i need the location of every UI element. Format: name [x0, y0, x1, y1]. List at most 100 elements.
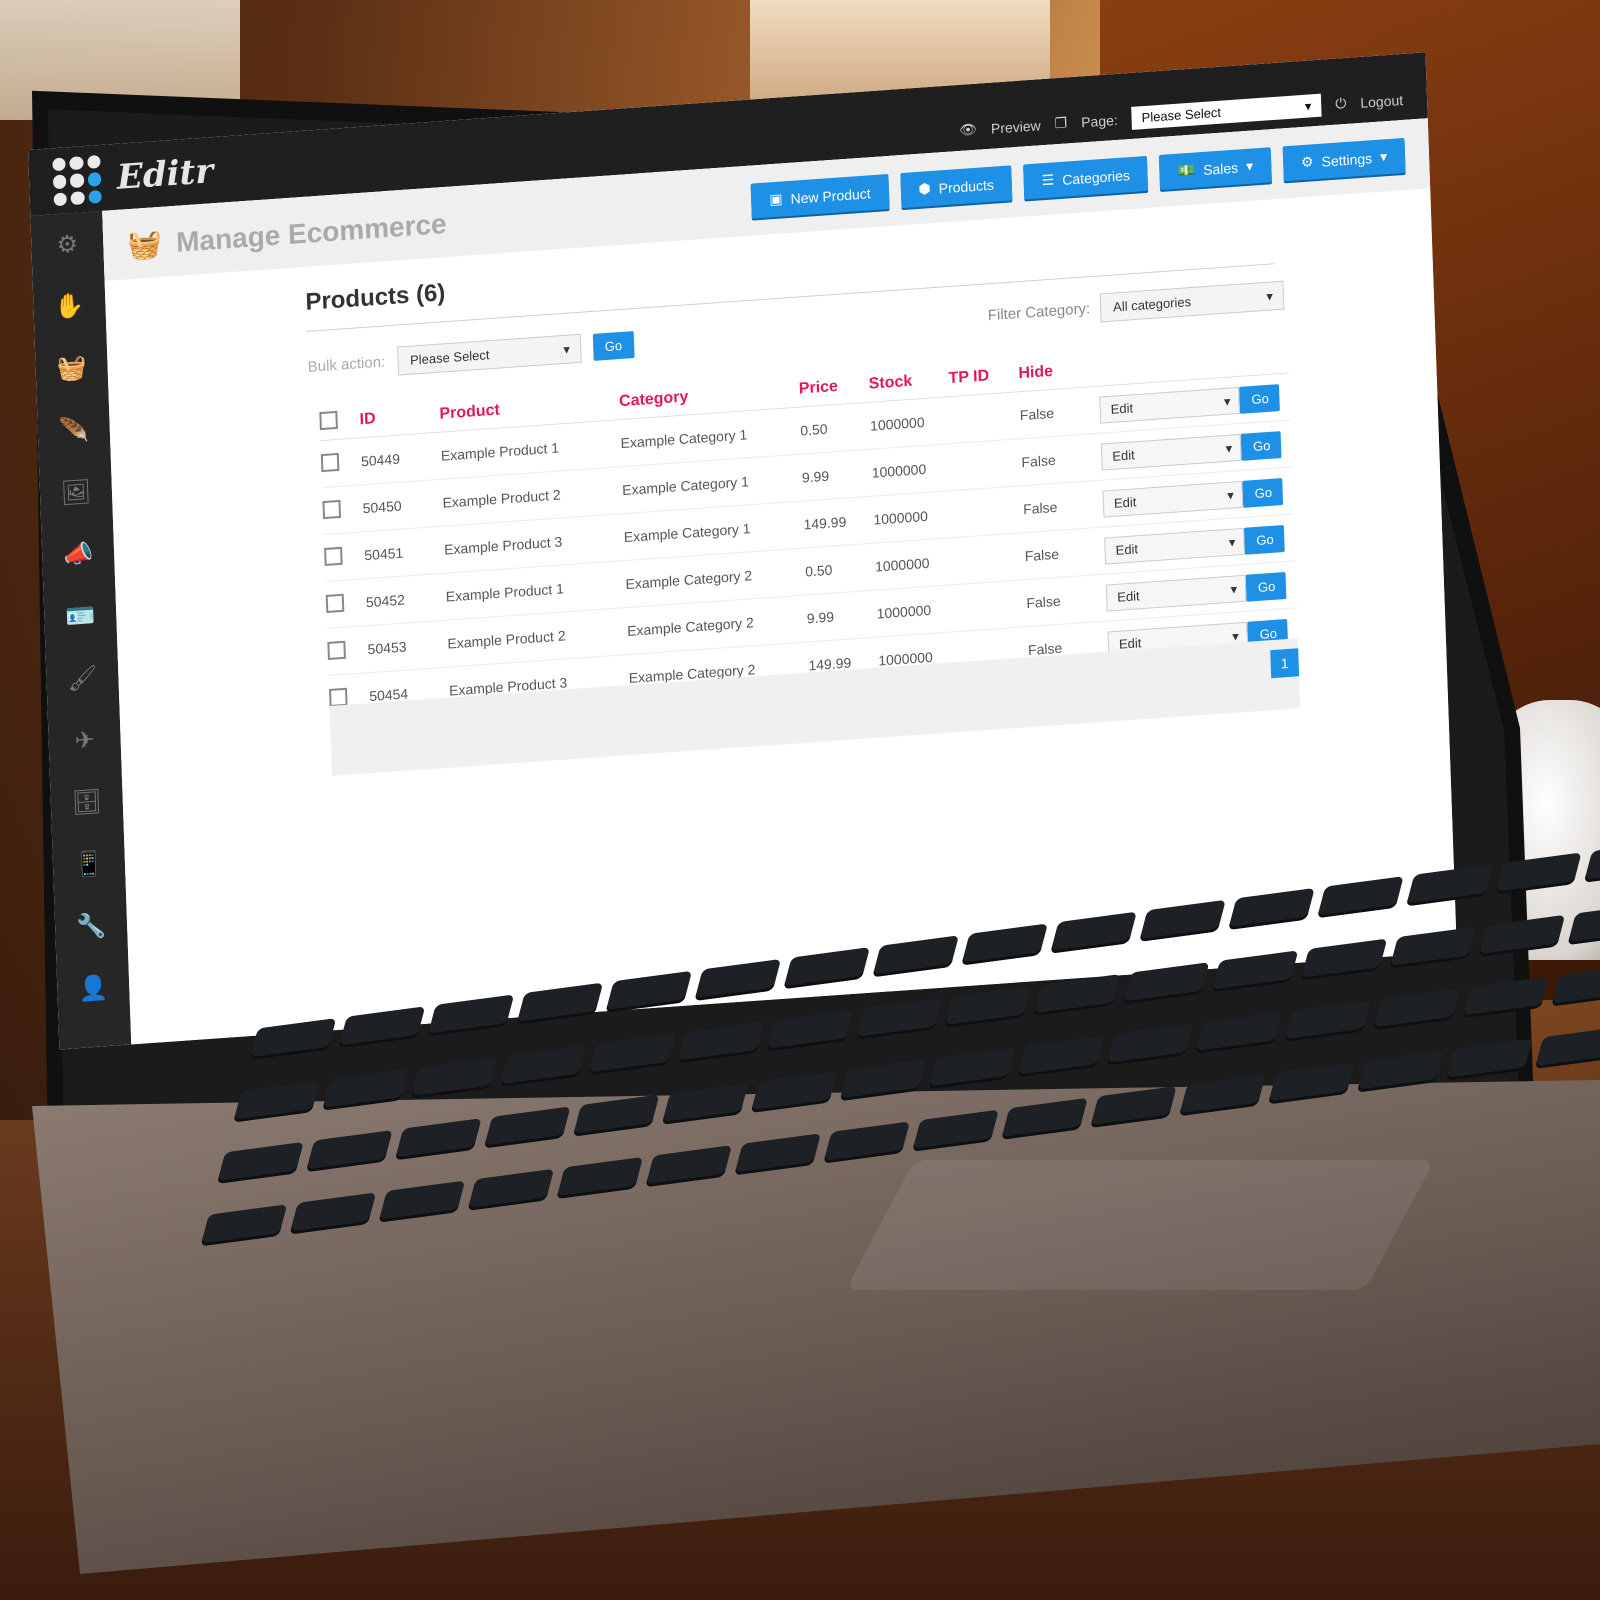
chevron-down-icon: ▾ [1245, 157, 1254, 175]
categories-label: Categories [1061, 166, 1131, 188]
row-checkbox[interactable] [322, 499, 342, 519]
col-price[interactable]: Price [799, 376, 870, 399]
wrench-icon[interactable]: 🔧 [54, 893, 128, 960]
cell-hide: False [1019, 404, 1055, 424]
row-checkbox[interactable] [325, 593, 345, 613]
bulk-go-button[interactable]: Go [592, 331, 635, 361]
cell-hide: False [1026, 592, 1061, 612]
cell-product: Example Product 3 [443, 533, 563, 558]
megaphone-icon[interactable]: 📣 [41, 521, 115, 588]
filter-category-bar: Filter Category: All categories [987, 280, 1285, 331]
cell-id: 50452 [365, 591, 406, 611]
bulk-action-bar: Bulk action: Please Select Go [307, 330, 635, 382]
cell-price: 9.99 [806, 608, 835, 627]
row-go-button[interactable]: Go [1240, 430, 1282, 461]
cell-price: 149.99 [803, 513, 847, 533]
mobile-icon[interactable]: 📱 [52, 831, 126, 898]
col-stock[interactable]: Stock [868, 370, 948, 394]
gear-icon: ⚙ [1300, 153, 1314, 171]
sales-button[interactable]: 💵 Sales ▾ [1159, 147, 1272, 191]
photo-scene: Editr 👁 Preview ❐ Page: Please Select ⏻ … [0, 0, 1600, 1600]
bulk-action-label: Bulk action: [307, 353, 386, 376]
logo-text: Editr [116, 151, 214, 198]
cell-category: Example Category 1 [621, 473, 750, 499]
paint-roller-icon[interactable]: 🖌 [45, 645, 119, 712]
cell-tp-id [958, 650, 1028, 655]
products-label: Products [938, 176, 995, 197]
col-product[interactable]: Product [439, 393, 619, 424]
cell-category: Example Category 1 [620, 426, 748, 452]
page-select[interactable]: Please Select [1131, 93, 1322, 130]
row-go-button[interactable]: Go [1243, 524, 1285, 555]
cell-stock: 1000000 [871, 460, 927, 481]
new-product-button[interactable]: ▣ New Product [750, 174, 890, 219]
cell-id: 50453 [367, 638, 407, 658]
row-action-select[interactable]: Edit [1100, 433, 1242, 471]
cell-stock: 1000000 [869, 413, 925, 434]
new-product-icon: ▣ [769, 190, 783, 208]
gear-icon[interactable]: ⚙ [30, 211, 104, 278]
basket-icon: 🧺 [126, 227, 163, 262]
cell-product: Example Product 2 [447, 627, 566, 652]
row-checkbox[interactable] [328, 687, 348, 707]
preview-link[interactable]: Preview [991, 117, 1041, 136]
cell-price: 9.99 [801, 467, 830, 486]
eye-icon: 👁 [958, 120, 978, 138]
row-action-select[interactable]: Edit [1104, 527, 1245, 565]
filter-category-label: Filter Category: [987, 300, 1091, 325]
pagination-page-1[interactable]: 1 [1270, 648, 1300, 679]
row-action-select[interactable]: Edit [1105, 574, 1247, 612]
row-action-select[interactable]: Edit [1102, 480, 1244, 518]
feather-icon[interactable]: 🪶 [37, 397, 111, 464]
cell-stock: 1000000 [874, 554, 930, 575]
cell-price: 0.50 [804, 561, 833, 580]
cell-stock: 1000000 [876, 601, 932, 622]
image-icon[interactable]: 🖼 [39, 459, 113, 526]
col-category[interactable]: Category [619, 381, 799, 412]
cell-hide: False [1022, 498, 1058, 518]
col-hide[interactable]: Hide [1018, 360, 1098, 384]
row-go-button[interactable]: Go [1242, 477, 1284, 508]
basket-icon[interactable]: 🧺 [35, 335, 109, 402]
cell-product: Example Product 1 [445, 580, 565, 605]
card-icon[interactable]: 🪪 [43, 583, 117, 650]
row-go-button[interactable]: Go [1238, 383, 1280, 414]
paper-plane-icon[interactable]: ✈ [48, 707, 122, 774]
cell-product: Example Product 1 [440, 439, 560, 464]
row-go-button[interactable]: Go [1245, 571, 1287, 602]
cell-tp-id [950, 415, 1020, 420]
row-checkbox[interactable] [324, 546, 343, 566]
grid-logo-icon [52, 154, 102, 207]
cell-tp-id [953, 509, 1023, 514]
products-button[interactable]: ⬢ Products [899, 165, 1013, 209]
cell-id: 50450 [362, 497, 402, 517]
page-icon: ❐ [1054, 114, 1068, 132]
server-icon[interactable]: 🗄 [50, 769, 124, 836]
bulk-action-select[interactable]: Please Select [396, 333, 582, 376]
col-tp-id[interactable]: TP ID [948, 365, 1019, 388]
page-label: Page: [1080, 111, 1118, 130]
cell-category: Example Category 2 [625, 567, 753, 593]
cell-price: 0.50 [799, 420, 828, 439]
settings-button[interactable]: ⚙ Settings ▾ [1282, 137, 1406, 182]
page-title-text: Manage Ecommerce [175, 207, 448, 258]
row-action-select[interactable]: Edit [1099, 386, 1240, 424]
col-id[interactable]: ID [359, 406, 439, 430]
logout-link[interactable]: Logout [1360, 91, 1403, 110]
trackpad [845, 1160, 1435, 1290]
categories-button[interactable]: ☰ Categories [1023, 155, 1149, 200]
row-checkbox[interactable] [327, 640, 346, 660]
money-icon: 💵 [1177, 161, 1196, 179]
cell-tp-id [955, 556, 1025, 561]
user-icon[interactable]: 👤 [56, 954, 130, 1021]
cell-product: Example Product 2 [442, 486, 561, 511]
row-checkbox[interactable] [320, 452, 340, 472]
cell-category: Example Category 1 [623, 520, 751, 546]
filter-category-select[interactable]: All categories [1099, 280, 1285, 323]
cell-tp-id [957, 603, 1027, 608]
select-all-checkbox[interactable] [319, 410, 338, 430]
app-logo[interactable]: Editr [52, 147, 214, 207]
hand-icon[interactable]: ✋ [32, 273, 106, 340]
chevron-down-icon: ▾ [1379, 148, 1388, 165]
cell-category: Example Category 2 [626, 614, 755, 640]
